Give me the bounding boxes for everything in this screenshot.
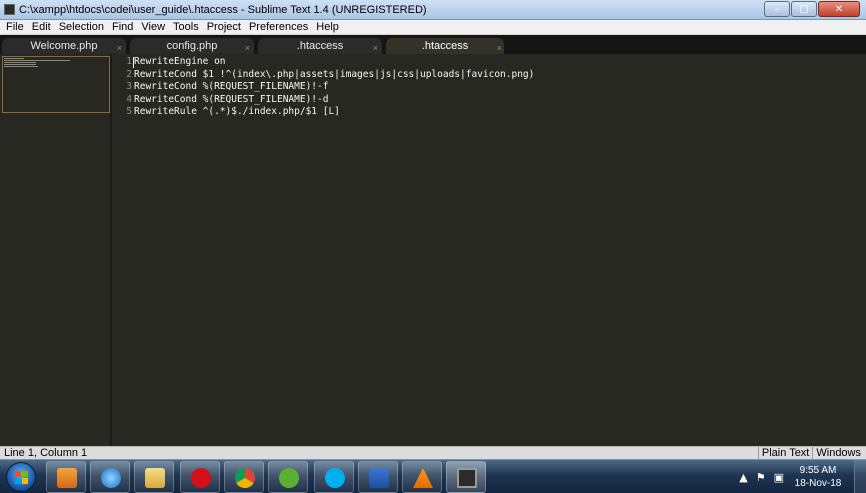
- code-line[interactable]: RewriteCond %(REQUEST_FILENAME)!-d: [134, 94, 534, 107]
- show-desktop-button[interactable]: [854, 460, 866, 493]
- minimap[interactable]: [0, 54, 111, 446]
- start-button[interactable]: [6, 462, 36, 492]
- utorrent-icon: [279, 468, 299, 488]
- tab-htaccess-active[interactable]: .htaccess ×: [386, 38, 504, 54]
- taskbar-internet-explorer[interactable]: [90, 461, 130, 493]
- minimap-preview: [4, 58, 74, 68]
- menu-view[interactable]: View: [137, 21, 169, 33]
- line-number: 5: [126, 106, 132, 117]
- window-controls: – □ ✕: [763, 1, 860, 17]
- taskbar-media-player[interactable]: [46, 461, 86, 493]
- taskbar-opera[interactable]: [180, 461, 220, 493]
- code-line[interactable]: RewriteCond $1 !^(index\.php|assets|imag…: [134, 69, 534, 82]
- menu-tools[interactable]: Tools: [169, 21, 203, 33]
- taskbar-chrome[interactable]: [224, 461, 264, 493]
- status-right: Plain Text Windows: [757, 447, 864, 459]
- menu-project[interactable]: Project: [203, 21, 245, 33]
- system-tray: ▲ ⚑ ▣ 9:55 AM 18-Nov-18: [739, 460, 866, 493]
- line-endings-selector[interactable]: Windows: [812, 447, 864, 459]
- minimize-button[interactable]: –: [764, 1, 790, 17]
- status-bar: Line 1, Column 1 Plain Text Windows: [0, 446, 866, 459]
- minimap-line: [4, 66, 38, 67]
- chrome-icon: [235, 468, 255, 488]
- taskbar-skype[interactable]: [314, 461, 354, 493]
- word-icon: [369, 468, 389, 488]
- sublime-app-icon: [4, 4, 15, 15]
- tab-config-php[interactable]: config.php ×: [130, 38, 254, 54]
- menu-preferences[interactable]: Preferences: [245, 21, 312, 33]
- code-text[interactable]: RewriteEngine on RewriteCond $1 !^(index…: [134, 56, 534, 119]
- line-number: 4: [126, 93, 132, 105]
- tab-bar: Welcome.php × config.php × .htaccess × .…: [0, 35, 866, 54]
- network-icon[interactable]: ▣: [774, 471, 784, 484]
- line-number: 3: [126, 81, 132, 92]
- maximize-button[interactable]: □: [791, 1, 817, 17]
- minimap-line: [4, 62, 36, 63]
- internet-explorer-icon: [101, 468, 121, 488]
- tab-welcome-php[interactable]: Welcome.php ×: [2, 38, 126, 54]
- code-line[interactable]: RewriteRule ^(.*)$./index.php/$1 [L]: [134, 106, 534, 119]
- close-button[interactable]: ✕: [818, 1, 860, 17]
- folder-icon: [145, 468, 165, 488]
- opera-icon: [191, 468, 211, 488]
- line-number-gutter: 1 2 3 4 5: [112, 56, 132, 119]
- menu-selection[interactable]: Selection: [55, 21, 108, 33]
- tab-label: .htaccess: [296, 40, 344, 52]
- taskbar-vlc[interactable]: [402, 461, 442, 493]
- taskbar-file-explorer[interactable]: [134, 461, 174, 493]
- taskbar-utorrent[interactable]: [268, 461, 308, 493]
- line-number: 1: [126, 56, 132, 67]
- tab-label: Welcome.php: [30, 40, 98, 52]
- tab-htaccess-1[interactable]: .htaccess ×: [258, 38, 382, 54]
- menu-edit[interactable]: Edit: [28, 21, 55, 33]
- clock-date: 18-Nov-18: [794, 478, 842, 489]
- menu-find[interactable]: Find: [108, 21, 137, 33]
- menu-file[interactable]: File: [2, 21, 28, 33]
- syntax-selector[interactable]: Plain Text: [757, 447, 813, 459]
- vlc-icon: [413, 468, 433, 488]
- windows-logo-icon: [15, 471, 28, 484]
- taskbar-word[interactable]: [358, 461, 398, 493]
- minimap-line: [4, 64, 36, 65]
- code-line[interactable]: RewriteCond %(REQUEST_FILENAME)!-f: [134, 81, 534, 94]
- code-line[interactable]: RewriteEngine on: [134, 56, 534, 69]
- tab-label: config.php: [166, 40, 218, 52]
- title-bar: C:\xampp\htdocs\codei\user_guide\.htacce…: [0, 0, 866, 20]
- taskbar-sublime-text[interactable]: [446, 461, 486, 493]
- menu-bar: File Edit Selection Find View Tools Proj…: [0, 20, 866, 35]
- code-editor[interactable]: 1 2 3 4 5 RewriteEngine on RewriteCond $…: [112, 54, 866, 446]
- clock[interactable]: 9:55 AM 18-Nov-18: [792, 464, 844, 490]
- windows-taskbar: ▲ ⚑ ▣ 9:55 AM 18-Nov-18: [0, 459, 866, 493]
- clock-time: 9:55 AM: [799, 465, 837, 476]
- minimap-line: [4, 60, 70, 61]
- tab-label: .htaccess: [421, 40, 469, 52]
- skype-icon: [325, 468, 345, 488]
- media-player-icon: [57, 468, 77, 488]
- cursor-position: Line 1, Column 1: [4, 447, 88, 459]
- sublime-text-icon: [457, 468, 477, 488]
- show-hidden-icons-button[interactable]: ▲: [739, 471, 747, 484]
- line-number: 2: [126, 68, 132, 80]
- menu-help[interactable]: Help: [312, 21, 343, 33]
- window-title: C:\xampp\htdocs\codei\user_guide\.htacce…: [19, 3, 427, 16]
- action-center-flag-icon[interactable]: ⚑: [756, 471, 766, 484]
- minimap-line: [4, 58, 24, 59]
